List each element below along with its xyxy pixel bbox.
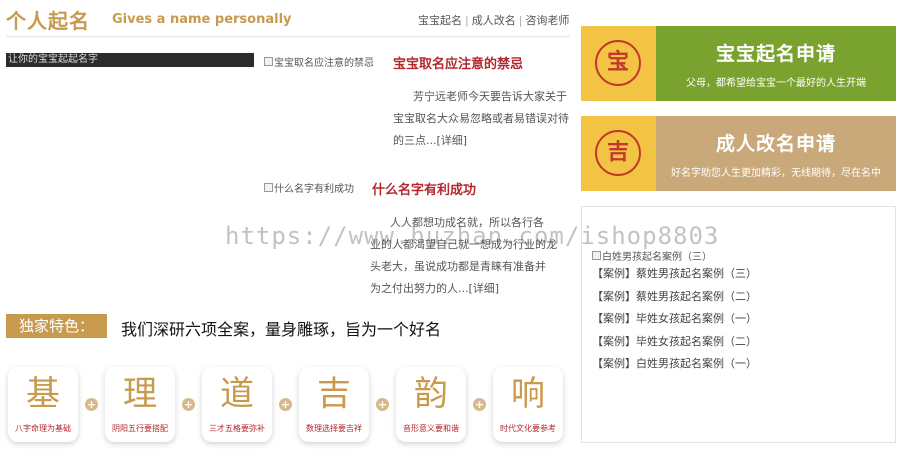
apply-panel: 宝宝起名申请 父母，都希望给宝宝一个最好的人生开端 — [656, 26, 896, 101]
card-char: 吉 — [317, 374, 351, 414]
card-char: 韵 — [414, 374, 448, 414]
article-title[interactable]: 宝宝取名应注意的禁忌 — [393, 53, 523, 72]
plus-icon: + — [182, 398, 195, 411]
card-desc: 时代文化要参考 — [500, 424, 556, 433]
article-image[interactable]: 什么名字有利成功 — [264, 180, 354, 195]
feature-image-strip[interactable]: 让你的宝宝起起名字 — [6, 53, 254, 67]
article-title[interactable]: 什么名字有利成功 — [372, 179, 476, 198]
card-char: 响 — [511, 374, 545, 414]
card-char: 理 — [123, 374, 157, 414]
apply-title: 成人改名申请 — [715, 133, 836, 155]
baby-naming-apply-button[interactable]: 宝 宝宝起名申请 父母，都希望给宝宝一个最好的人生开端 — [581, 26, 896, 101]
page: 个人起名 Gives a name personally 宝宝起名 | 成人改名 | 咨… — [0, 0, 900, 469]
case-image-alt: 白姓男孩起名案例（三） — [602, 252, 712, 263]
article-image-alt: 什么名字有利成功 — [274, 184, 354, 195]
case-list-item[interactable]: 【案例】蔡姓男孩起名案例（三） — [592, 265, 757, 281]
article-summary: 芳宁远老师今天要告诉大家关于 宝宝取名大众易忽略或者易错误对待 的三点...[详… — [393, 86, 569, 152]
card-char: 道 — [220, 374, 254, 414]
article-line: 人人都想功成名就，所以各行各 — [390, 216, 544, 229]
apply-panel: 成人改名申请 好名字助您人生更加精彩，无线期待，尽在名中 — [656, 116, 896, 191]
nav-link-consult-teacher[interactable]: 咨询老师 — [525, 14, 569, 27]
adult-rename-apply-button[interactable]: 吉 成人改名申请 好名字助您人生更加精彩，无线期待，尽在名中 — [581, 116, 896, 191]
card-desc: 八字命理为基础 — [15, 424, 71, 433]
case-image[interactable]: 白姓男孩起名案例（三） — [592, 248, 712, 263]
nav-link-baby-naming[interactable]: 宝宝起名 — [418, 14, 462, 27]
nav-separator: | — [518, 14, 523, 27]
article-image-alt: 宝宝取名应注意的禁忌 — [274, 58, 374, 69]
broken-image-icon — [592, 251, 601, 260]
article-summary: 人人都想功成名就，所以各行各 业的人都渴望自己就一想成为行业的龙 头老大，虽说成… — [370, 212, 557, 300]
apply-badge: 宝 — [581, 26, 656, 101]
feature-text: 我们深研六项全案，量身雕琢，旨为一个好名 — [121, 320, 442, 339]
bao-badge-icon: 宝 — [595, 40, 641, 86]
section-subtitle: Gives a name personally — [112, 12, 292, 27]
feature-card[interactable]: 理阴阳五行要搭配 — [105, 367, 175, 442]
feature-label: 独家特色： — [6, 314, 107, 338]
plus-icon: + — [376, 398, 389, 411]
feature-card[interactable]: 韵音形意义要和谐 — [396, 367, 466, 442]
case-list-item[interactable]: 【案例】毕姓女孩起名案例（二） — [592, 333, 757, 349]
article-line: 业的人都渴望自己就一想成为行业的龙 — [370, 238, 557, 251]
card-desc: 数理选择要吉祥 — [306, 424, 362, 433]
apply-title: 宝宝起名申请 — [715, 43, 836, 65]
ji-badge-icon: 吉 — [595, 130, 641, 176]
card-desc: 音形意义要和谐 — [403, 424, 459, 433]
nav-separator: | — [465, 14, 469, 27]
feature-card[interactable]: 基八字命理为基础 — [8, 367, 78, 442]
article-line[interactable]: 的三点...[详细] — [393, 130, 569, 152]
broken-image-icon — [264, 183, 273, 192]
case-list-item[interactable]: 【案例】白姓男孩起名案例（一） — [592, 355, 757, 371]
section-title: 个人起名 — [6, 9, 90, 33]
plus-icon: + — [85, 398, 98, 411]
card-desc: 三才五格要弥补 — [209, 424, 265, 433]
feature-card[interactable]: 响时代文化要参考 — [493, 367, 563, 442]
article-line: 芳宁远老师今天要告诉大家关于 — [413, 90, 567, 103]
card-char: 基 — [26, 374, 60, 414]
header-nav: 宝宝起名 | 成人改名 | 咨询老师 — [418, 12, 569, 28]
plus-icon: + — [279, 398, 292, 411]
apply-badge: 吉 — [581, 116, 656, 191]
apply-desc: 父母，都希望给宝宝一个最好的人生开端 — [686, 78, 866, 89]
header-divider — [6, 36, 570, 37]
card-desc: 阴阳五行要搭配 — [112, 424, 168, 433]
case-list-item[interactable]: 【案例】毕姓女孩起名案例（一） — [592, 310, 757, 326]
article-line[interactable]: 为之付出努力的人...[详细] — [370, 278, 557, 300]
article-line: 宝宝取名大众易忽略或者易错误对待 — [393, 112, 569, 125]
case-list-item[interactable]: 【案例】蔡姓男孩起名案例（二） — [592, 288, 757, 304]
article-line: 头老大，虽说成功都是青睐有准备并 — [370, 260, 546, 273]
feature-card[interactable]: 吉数理选择要吉祥 — [299, 367, 369, 442]
plus-icon: + — [473, 398, 486, 411]
feature-card[interactable]: 道三才五格要弥补 — [202, 367, 272, 442]
nav-link-adult-rename[interactable]: 成人改名 — [472, 14, 516, 27]
article-image[interactable]: 宝宝取名应注意的禁忌 — [264, 54, 374, 69]
case-list: 白姓男孩起名案例（三） 【案例】蔡姓男孩起名案例（三） 【案例】蔡姓男孩起名案例… — [581, 206, 896, 443]
apply-desc: 好名字助您人生更加精彩，无线期待，尽在名中 — [671, 168, 881, 179]
broken-image-icon — [264, 57, 273, 66]
